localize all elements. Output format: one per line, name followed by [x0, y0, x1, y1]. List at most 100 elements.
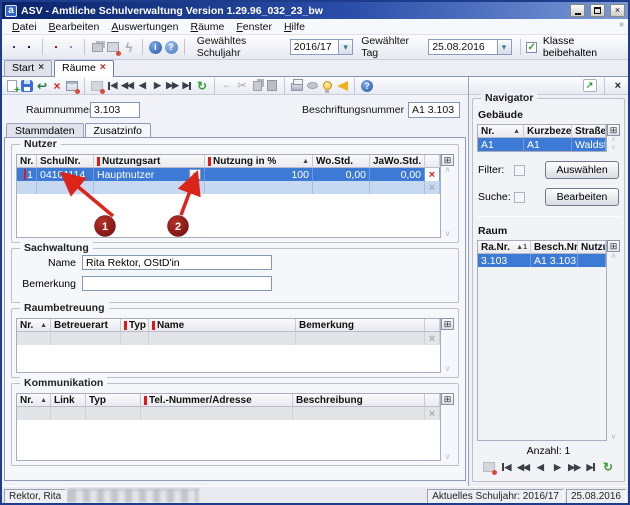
nutzer-row-1[interactable]: 1 04101114 Hauptnutzer▾ 100 0,00 0,00 ×: [17, 168, 440, 181]
refresh-icon[interactable]: ↻: [195, 79, 209, 93]
column-config-icon[interactable]: ⊞: [441, 318, 454, 330]
last-record-icon[interactable]: ▶: [180, 79, 194, 93]
col-typ[interactable]: Typ: [121, 319, 149, 332]
scroll-down-icon[interactable]: ∨: [445, 453, 451, 461]
col-wostd[interactable]: Wo.Std.: [313, 155, 370, 168]
nutzer-row-empty[interactable]: ×: [17, 181, 440, 194]
fast-forward-icon[interactable]: ▶▶: [567, 460, 581, 474]
print-icon[interactable]: [290, 79, 304, 93]
col-link[interactable]: Link: [51, 394, 86, 407]
fast-back-icon[interactable]: ◀◀: [516, 460, 530, 474]
help-icon[interactable]: ?: [360, 79, 374, 93]
raumbetreuung-row-empty[interactable]: ×: [17, 332, 440, 345]
refresh-icon[interactable]: ↻: [601, 460, 615, 474]
raum-row-1[interactable]: 3.103 A1 3.103: [478, 254, 606, 267]
klasse-checkbox[interactable]: ✓: [526, 42, 536, 53]
col-nr[interactable]: Nr.▲: [17, 394, 51, 407]
col-beschnr[interactable]: Besch.Nr.: [531, 241, 578, 254]
fast-forward-icon[interactable]: ▶▶: [165, 79, 179, 93]
suche-checkbox[interactable]: [514, 192, 525, 203]
col-telnummer[interactable]: Tel.-Nummer/Adresse: [141, 394, 293, 407]
cell-schulnr[interactable]: 04101114: [37, 168, 94, 181]
menu-bearbeiten[interactable]: Bearbeiten: [43, 20, 106, 34]
column-config-icon[interactable]: ⊞: [441, 393, 454, 405]
col-nutzungsart[interactable]: Nutzungsart: [94, 155, 205, 168]
col-nr[interactable]: Nr.▲: [478, 125, 524, 138]
filter-checkbox[interactable]: [514, 165, 525, 176]
first-record-icon[interactable]: ◀: [499, 460, 513, 474]
bearbeiten-button[interactable]: Bearbeiten: [545, 188, 619, 206]
undock-icon[interactable]: ↗: [583, 79, 597, 92]
next-record-icon[interactable]: ▶: [550, 460, 564, 474]
col-jawostd[interactable]: JaWo.Std.: [370, 155, 425, 168]
school-screen-icon[interactable]: [23, 40, 37, 55]
beschriftung-input[interactable]: [408, 102, 460, 118]
undo-icon[interactable]: ↩: [35, 79, 49, 93]
tab-close-icon[interactable]: ×: [100, 64, 106, 72]
auswaehlen-button[interactable]: Auswählen: [545, 161, 619, 179]
menu-datei[interactable]: Datei: [6, 20, 43, 34]
previous-record-icon[interactable]: ◀: [135, 79, 149, 93]
col-nr[interactable]: Nr.: [17, 155, 37, 168]
col-ranr[interactable]: Ra.Nr.▲1: [478, 241, 531, 254]
new-record-icon[interactable]: [5, 79, 19, 93]
col-betreuerart[interactable]: Betreuerart: [51, 319, 121, 332]
col-kurzbezeichnung[interactable]: Kurzbezei...: [524, 125, 572, 138]
column-config-icon[interactable]: ⊞: [607, 124, 620, 136]
col-nutzung[interactable]: Nutzung in %▲: [205, 155, 313, 168]
col-nr[interactable]: Nr.▲: [17, 319, 51, 332]
menu-hilfe[interactable]: Hilfe: [278, 20, 311, 34]
bemerkung-input[interactable]: [82, 276, 272, 291]
scroll-up-icon[interactable]: ∧: [445, 166, 451, 174]
previous-record-icon[interactable]: ◀: [533, 460, 547, 474]
save-icon[interactable]: [20, 79, 34, 93]
schuljahr-combobox[interactable]: 2016/17 ▾: [290, 39, 353, 55]
scroll-up-icon[interactable]: ∧: [611, 136, 615, 144]
col-bemerkung[interactable]: Bemerkung: [296, 319, 425, 332]
name-input[interactable]: [82, 255, 272, 270]
fast-back-icon[interactable]: ◀◀: [120, 79, 134, 93]
col-beschreibung[interactable]: Beschreibung: [293, 394, 425, 407]
close-button[interactable]: ×: [610, 4, 625, 17]
tag-combobox[interactable]: 25.08.2016 ▾: [428, 39, 511, 55]
next-record-icon[interactable]: ▶: [150, 79, 164, 93]
chevron-down-icon[interactable]: ▾: [497, 40, 511, 54]
menu-raeume[interactable]: Räume: [184, 20, 230, 34]
cell-jawostd[interactable]: 0,00: [370, 168, 425, 181]
col-typ[interactable]: Typ: [86, 394, 141, 407]
maximize-button[interactable]: [590, 4, 605, 17]
delete-row-icon[interactable]: ×: [425, 168, 440, 181]
info-icon[interactable]: i: [149, 40, 163, 55]
scroll-down-icon[interactable]: ∨: [611, 144, 615, 152]
report-book-icon[interactable]: [49, 40, 63, 55]
tab-close-icon[interactable]: ×: [38, 64, 44, 72]
dropdown-arrow-icon[interactable]: ▾: [189, 169, 201, 180]
tab-start[interactable]: Start ×: [4, 60, 52, 76]
col-schulnr[interactable]: SchulNr.: [37, 155, 94, 168]
kommunikation-row-empty[interactable]: ×: [17, 407, 440, 420]
scroll-down-icon[interactable]: ∨: [445, 230, 451, 238]
last-record-icon[interactable]: ▶: [584, 460, 598, 474]
col-nutzungs[interactable]: Nutzungs...: [578, 241, 606, 254]
delete-record-icon[interactable]: ×: [50, 79, 64, 93]
tab-raeume[interactable]: Räume ×: [54, 60, 114, 77]
cell-wostd[interactable]: 0,00: [313, 168, 370, 181]
menu-fenster[interactable]: Fenster: [230, 20, 278, 34]
announce-icon[interactable]: [335, 79, 349, 93]
log-chart-icon[interactable]: [65, 40, 79, 55]
discard-table-icon[interactable]: [65, 79, 79, 93]
scroll-down-icon[interactable]: ∨: [611, 433, 617, 441]
raumnummer-input[interactable]: [90, 102, 140, 118]
col-strasse[interactable]: Straße: [572, 125, 606, 138]
scroll-up-icon[interactable]: ∧: [611, 252, 617, 260]
hint-bulb-icon[interactable]: [320, 79, 334, 93]
menu-auswertungen[interactable]: Auswertungen: [105, 20, 184, 34]
first-record-icon[interactable]: ◀: [105, 79, 119, 93]
modules-icon[interactable]: [7, 40, 21, 55]
cell-nutzungsart[interactable]: Hauptnutzer▾: [94, 168, 205, 181]
chevron-down-icon[interactable]: ▾: [338, 40, 352, 54]
minimize-button[interactable]: [570, 4, 585, 17]
scroll-down-icon[interactable]: ∨: [445, 365, 451, 373]
help-round-icon[interactable]: ?: [164, 40, 178, 55]
navigator-close-icon[interactable]: ×: [612, 80, 624, 92]
